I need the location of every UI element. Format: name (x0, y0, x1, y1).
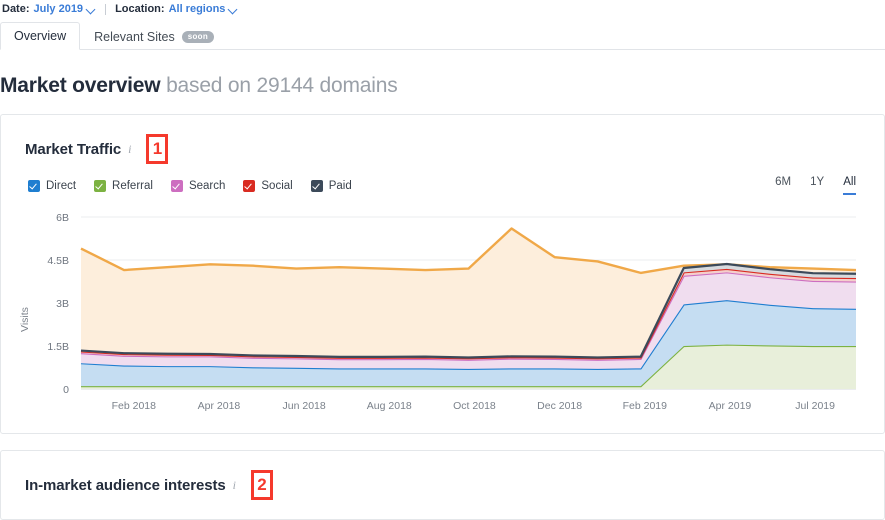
legend-item-search[interactable]: Search (170, 179, 226, 192)
in-market-audience-header: In-market audience interests i 2 (1, 451, 884, 500)
annotation-badge-2: 2 (250, 470, 273, 500)
range-1y[interactable]: 1Y (810, 176, 824, 195)
date-filter-label: Date: (2, 3, 30, 15)
market-traffic-title: Market Traffic (25, 140, 122, 158)
in-market-audience-title: In-market audience interests (25, 476, 226, 494)
checkbox-paid[interactable] (310, 179, 323, 192)
legend-label-search: Search (188, 179, 226, 192)
legend-item-paid[interactable]: Paid (310, 179, 352, 192)
location-filter-label: Location: (115, 3, 165, 15)
tab-overview-label: Overview (14, 29, 67, 43)
chevron-down-icon[interactable] (229, 5, 238, 14)
svg-text:3B: 3B (56, 298, 69, 310)
info-icon[interactable]: i (128, 142, 131, 157)
market-traffic-chart[interactable]: Visits 0 1.5B 3B 4.5B 6B Feb 2018 Apr 2018 Jun … (1, 205, 884, 420)
checkbox-direct[interactable] (28, 179, 40, 192)
legend-label-social: Social (261, 179, 293, 192)
svg-text:Apr 2019: Apr 2019 (709, 400, 752, 412)
time-range-selector: 6M 1Y All (775, 176, 856, 195)
tab-relevant-sites-label: Relevant Sites (94, 29, 175, 44)
date-filter-value[interactable]: July 2019 (34, 3, 84, 15)
annotation-badge-1: 1 (146, 134, 169, 164)
tab-relevant-sites[interactable]: Relevant Sites soon (80, 22, 228, 50)
legend-label-paid: Paid (328, 179, 352, 192)
chart-controls: Direct Referral Search Social Paid 6M 1Y (1, 164, 884, 195)
legend-item-social[interactable]: Social (243, 179, 293, 192)
legend-item-direct[interactable]: Direct (28, 179, 77, 192)
chart-legend: Direct Referral Search Social Paid (28, 179, 352, 192)
filter-bar: Date: July 2019 Location: All regions (0, 0, 885, 18)
range-all[interactable]: All (843, 176, 856, 195)
svg-text:Dec 2018: Dec 2018 (537, 400, 582, 412)
svg-text:1.5B: 1.5B (47, 341, 69, 353)
legend-label-direct: Direct (46, 179, 77, 192)
soon-badge: soon (181, 30, 215, 43)
svg-text:6B: 6B (56, 212, 69, 224)
filter-divider (105, 3, 107, 15)
market-traffic-card: Market Traffic i 1 Direct Referral Searc… (0, 114, 885, 434)
checkbox-social[interactable] (243, 179, 256, 192)
info-icon[interactable]: i (233, 478, 236, 493)
page-title-main: Market overview (0, 74, 161, 97)
chevron-down-icon[interactable] (87, 5, 96, 14)
tab-bar: Overview Relevant Sites soon (0, 22, 885, 50)
legend-label-referral: Referral (112, 179, 153, 192)
svg-text:Aug 2018: Aug 2018 (367, 400, 412, 412)
svg-text:Jul 2019: Jul 2019 (795, 400, 835, 412)
tab-overview[interactable]: Overview (0, 22, 81, 50)
svg-text:Oct 2018: Oct 2018 (453, 400, 496, 412)
page-title-subtitle: based on 29144 domains (166, 74, 398, 97)
market-traffic-header: Market Traffic i 1 (1, 115, 884, 164)
svg-text:0: 0 (63, 384, 69, 396)
svg-text:Jun 2018: Jun 2018 (283, 400, 326, 412)
svg-text:Feb 2019: Feb 2019 (623, 400, 668, 412)
traffic-area-chart-svg[interactable]: 0 1.5B 3B 4.5B 6B Feb 2018 Apr 2018 Jun 2018 Aug… (1, 205, 884, 417)
page-title: Market overview based on 29144 domains (0, 74, 885, 98)
location-filter[interactable]: Location: All regions (115, 3, 238, 15)
date-filter[interactable]: Date: July 2019 (2, 3, 96, 15)
y-axis-title: Visits (19, 307, 31, 332)
checkbox-search[interactable] (170, 179, 183, 192)
svg-text:Feb 2018: Feb 2018 (112, 400, 157, 412)
svg-text:Apr 2018: Apr 2018 (198, 400, 241, 412)
legend-item-referral[interactable]: Referral (94, 179, 153, 192)
location-filter-value[interactable]: All regions (169, 3, 226, 15)
range-6m[interactable]: 6M (775, 176, 791, 195)
checkbox-referral[interactable] (94, 179, 107, 192)
in-market-audience-card: In-market audience interests i 2 (0, 450, 885, 520)
svg-text:4.5B: 4.5B (47, 255, 69, 267)
